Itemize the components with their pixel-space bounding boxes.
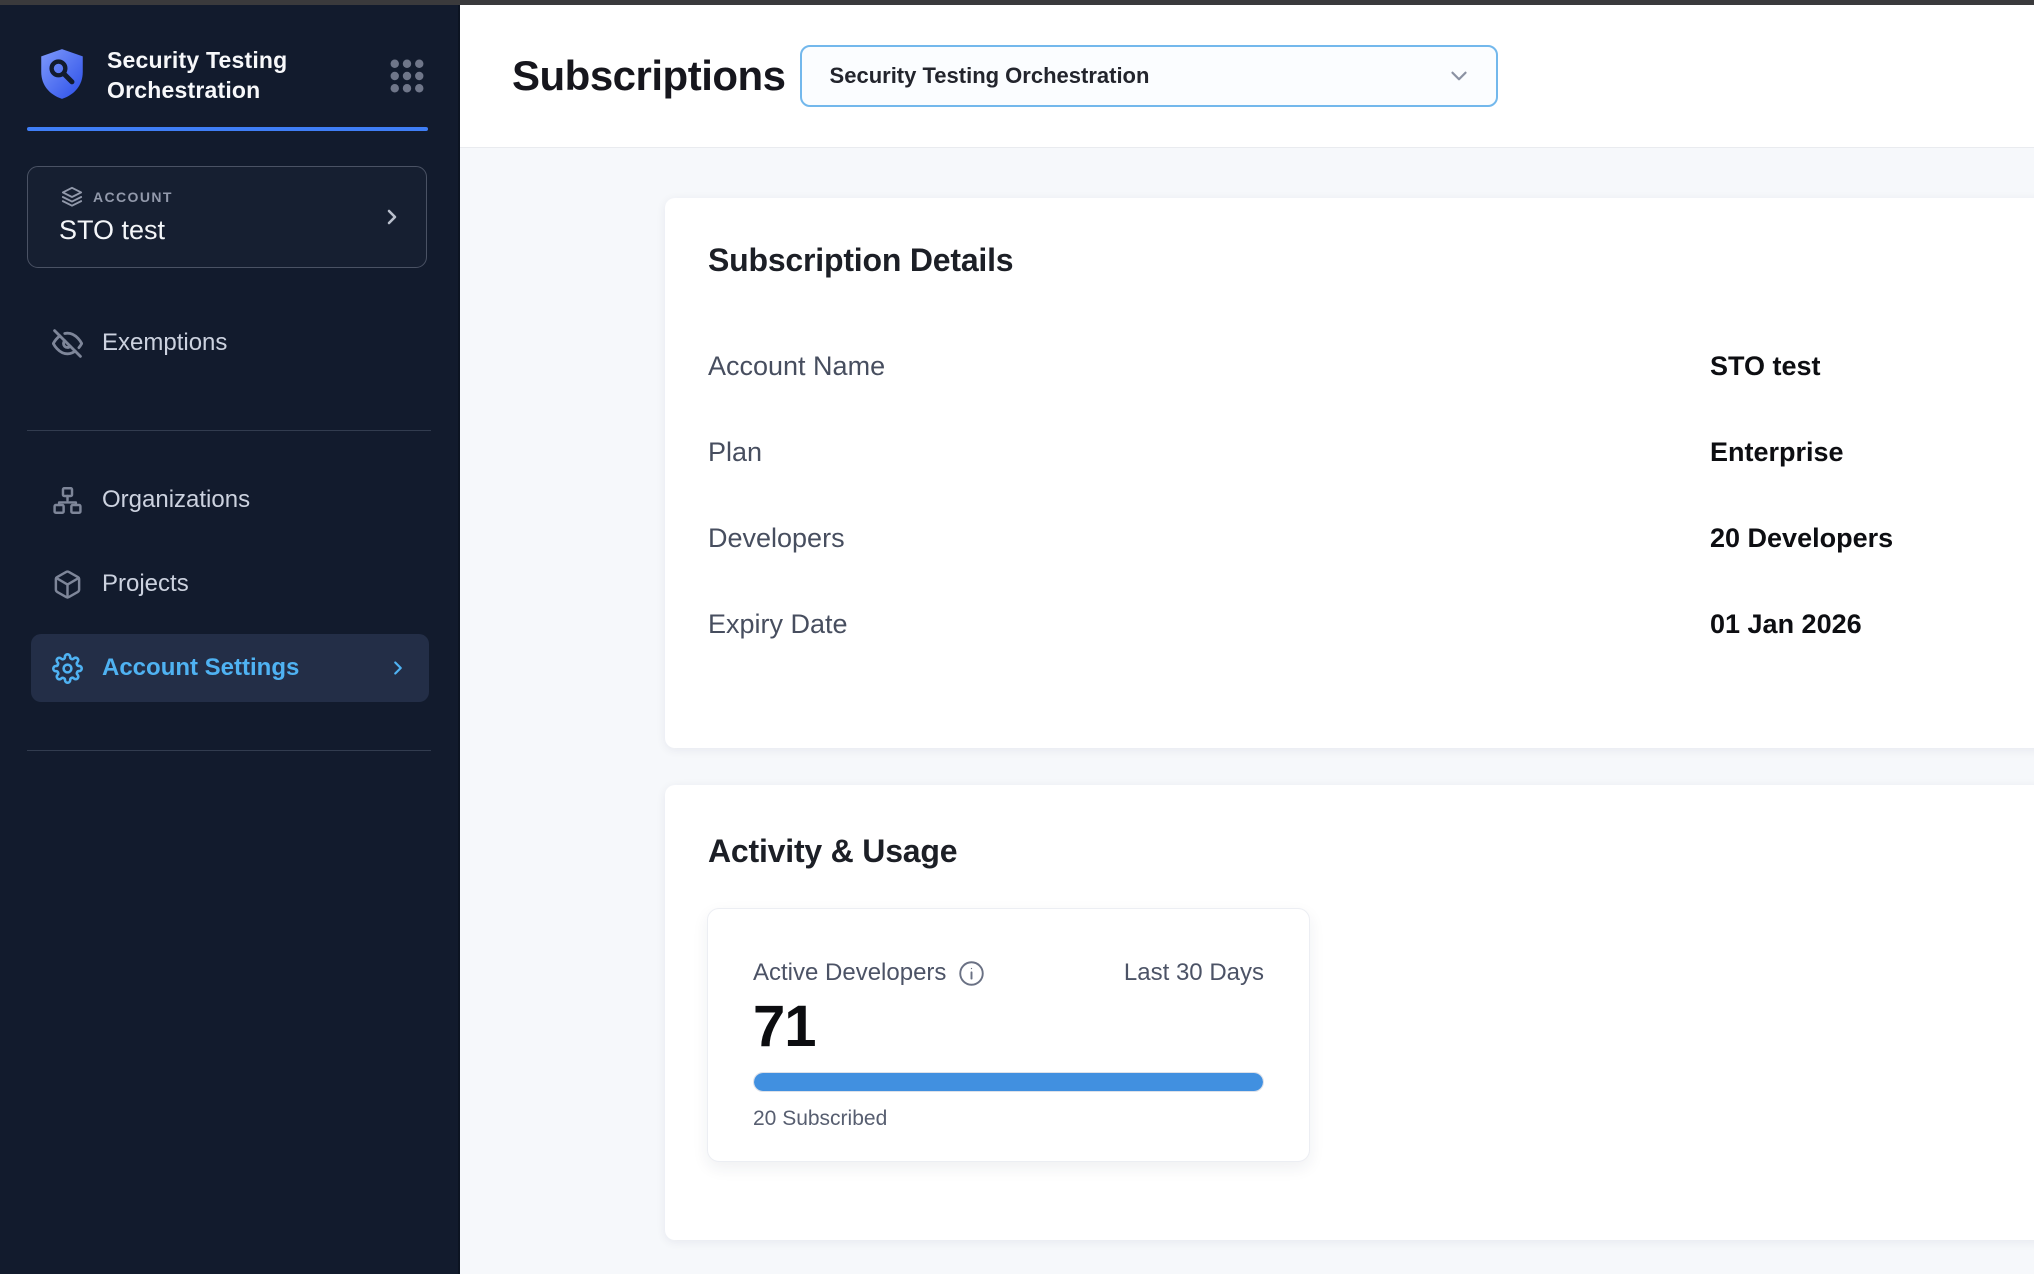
account-selector[interactable]: ACCOUNT STO test: [27, 166, 427, 268]
subscription-details-title: Subscription Details: [708, 242, 2007, 279]
cube-icon: [52, 569, 83, 600]
progress-fill: [754, 1073, 1263, 1091]
chevron-down-icon: [1446, 63, 1472, 89]
sidebar-item-label: Exemptions: [102, 329, 227, 357]
info-icon[interactable]: [958, 960, 985, 987]
active-developers-count: 71: [753, 993, 1264, 1060]
detail-label: Developers: [708, 523, 1710, 554]
gear-icon: [52, 653, 83, 684]
account-row: ACCOUNT: [61, 186, 404, 208]
stat-period-label: Last 30 Days: [1124, 959, 1264, 987]
detail-value: 20 Developers: [1710, 523, 1893, 554]
detail-value: STO test: [1710, 351, 1821, 382]
sidebar-item-organizations[interactable]: Organizations: [27, 471, 431, 529]
eye-off-icon: [52, 328, 83, 359]
sidebar-divider: [27, 430, 431, 431]
activity-usage-card: Activity & Usage Active Developers Last …: [665, 785, 2034, 1240]
account-scope-label: ACCOUNT: [93, 189, 173, 205]
sidebar-divider: [27, 750, 431, 751]
sidebar-item-label: Organizations: [102, 486, 250, 514]
body-row: Security Testing Orchestration ACCOUNT: [0, 5, 2034, 1274]
page-content: Subscription Details Account Name STO te…: [460, 148, 2034, 1274]
detail-row-developers: Developers 20 Developers: [708, 495, 2007, 581]
sidebar-item-label: Projects: [102, 570, 189, 598]
module-grid-icon[interactable]: [386, 55, 428, 97]
subscription-details-card: Subscription Details Account Name STO te…: [665, 198, 2034, 748]
sidebar-item-label: Account Settings: [102, 654, 299, 682]
page-header: Subscriptions Security Testing Orchestra…: [460, 5, 2034, 148]
chevron-right-icon: [380, 205, 404, 229]
detail-value: Enterprise: [1710, 437, 1844, 468]
sto-shield-logo-icon: [37, 47, 87, 101]
sidebar: Security Testing Orchestration ACCOUNT: [0, 5, 460, 1274]
activity-usage-title: Activity & Usage: [708, 833, 2007, 870]
detail-value: 01 Jan 2026: [1710, 609, 1862, 640]
stat-metric-label: Active Developers: [753, 959, 946, 987]
subscribed-count-label: 20 Subscribed: [753, 1107, 1264, 1131]
module-select-value: Security Testing Orchestration: [830, 63, 1150, 89]
account-name: STO test: [59, 215, 404, 246]
sidebar-item-projects[interactable]: Projects: [27, 555, 431, 613]
brand-title: Security Testing Orchestration: [107, 45, 363, 106]
active-developers-stat-card: Active Developers Last 30 Days 71: [707, 908, 1310, 1162]
active-developers-progress: [753, 1072, 1264, 1092]
stat-card-header: Active Developers Last 30 Days: [753, 959, 1264, 987]
detail-label: Expiry Date: [708, 609, 1710, 640]
detail-row-plan: Plan Enterprise: [708, 409, 2007, 495]
detail-row-account-name: Account Name STO test: [708, 323, 2007, 409]
sidebar-item-exemptions[interactable]: Exemptions: [27, 314, 431, 372]
page-title: Subscriptions: [512, 52, 786, 100]
detail-row-expiry-date: Expiry Date 01 Jan 2026: [708, 581, 2007, 667]
detail-label: Account Name: [708, 351, 1710, 382]
chevron-right-icon: [387, 657, 409, 679]
module-select-dropdown[interactable]: Security Testing Orchestration: [800, 45, 1498, 107]
detail-label: Plan: [708, 437, 1710, 468]
subscription-details-rows: Account Name STO test Plan Enterprise De…: [708, 323, 2007, 667]
main-area: Subscriptions Security Testing Orchestra…: [460, 5, 2034, 1274]
org-chart-icon: [52, 485, 83, 516]
app-root: Security Testing Orchestration ACCOUNT: [0, 0, 2034, 1274]
brand: Security Testing Orchestration: [37, 45, 428, 106]
brand-accent-bar: [27, 127, 428, 131]
layers-icon: [61, 186, 83, 208]
sidebar-item-account-settings[interactable]: Account Settings: [31, 634, 429, 702]
